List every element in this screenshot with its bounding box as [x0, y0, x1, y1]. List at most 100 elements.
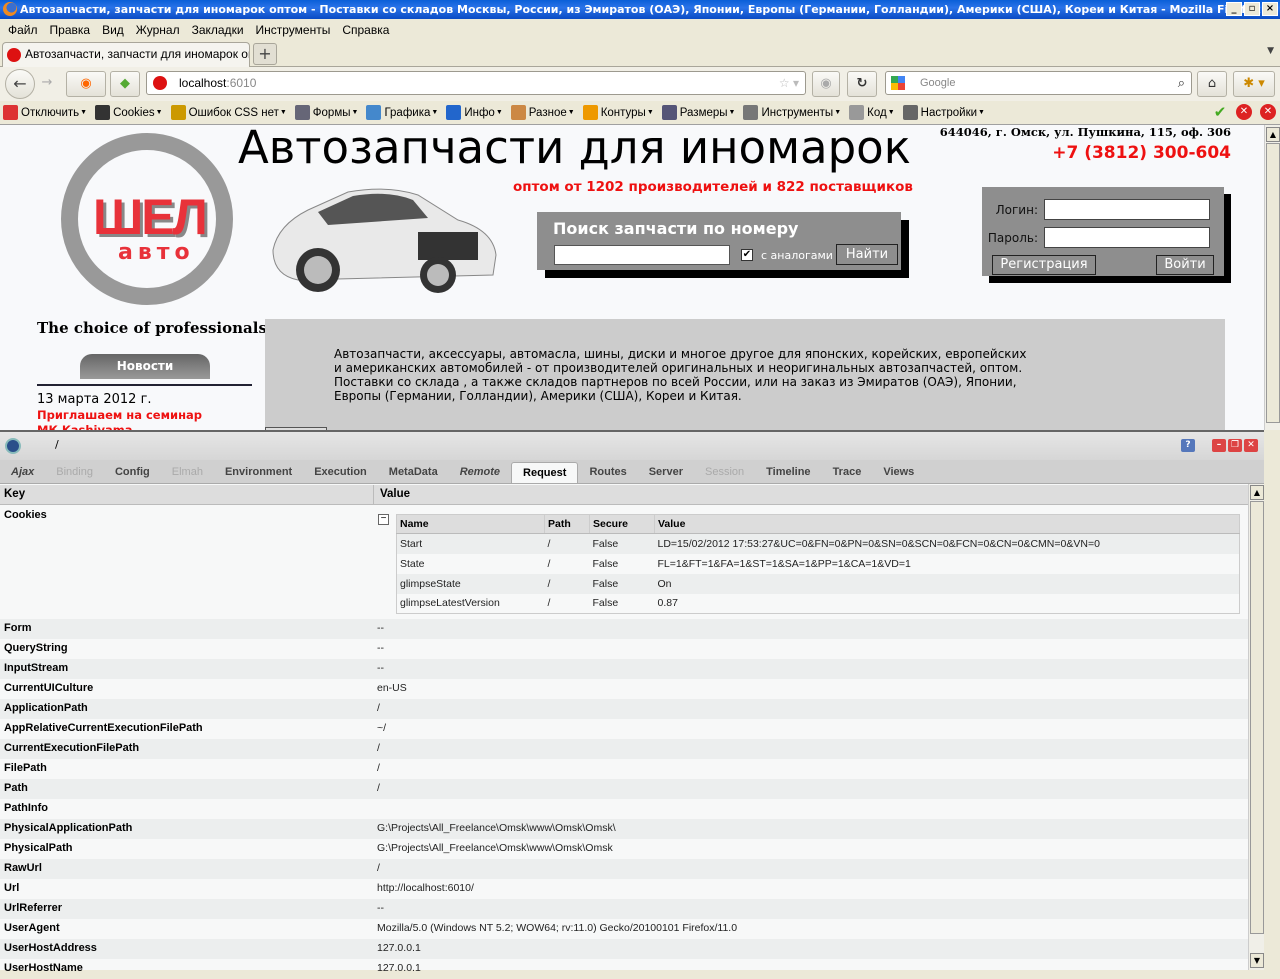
news-link[interactable]: Приглашаем на семинар МК Kashiyama [37, 408, 217, 430]
devtool-forms[interactable]: Формы ▼ [294, 105, 358, 120]
url-host: localhost [179, 76, 227, 90]
cookie-cell: / [547, 597, 551, 610]
tab-session[interactable]: Session [694, 460, 755, 483]
menu-view[interactable]: Вид [96, 23, 130, 37]
login-input[interactable] [1044, 199, 1210, 220]
url-input[interactable]: localhost:6010 ☆ ▾ [146, 71, 806, 95]
dropdown-arrow-icon: ▼ [978, 109, 985, 116]
part-number-input[interactable] [554, 245, 730, 265]
tab-routes[interactable]: Routes [578, 460, 637, 483]
row-key: AppRelativeCurrentExecutionFilePath [4, 722, 203, 734]
scroll-up-icon[interactable]: ▲ [1250, 485, 1264, 500]
register-button[interactable]: Регистрация [992, 255, 1096, 275]
cookie-cell: False [589, 533, 655, 554]
minimize-panel-icon[interactable]: – [1212, 439, 1226, 452]
glimpse-scrollbar[interactable]: ▲ ▼ [1248, 484, 1264, 970]
outline-pencil-icon [582, 105, 598, 120]
site-logo[interactable]: ШЕЛ авто [61, 133, 233, 305]
menu-file[interactable]: Файл [2, 23, 44, 37]
menu-bar: Файл Правка Вид Журнал Закладки Инструме… [0, 19, 1280, 40]
popout-panel-icon[interactable]: ❐ [1228, 439, 1242, 452]
dropdown-arrow-icon: ▼ [155, 109, 163, 116]
menu-tools[interactable]: Инструменты [250, 23, 337, 37]
devtool-misc[interactable]: Разное ▼ [510, 105, 575, 120]
misc-icon [510, 105, 526, 120]
row-value: -- [377, 622, 384, 634]
tab-server[interactable]: Server [638, 460, 694, 483]
devtool-label: Контуры [600, 106, 646, 119]
tab-remote[interactable]: Remote [449, 460, 511, 483]
cookie-cell: / [544, 533, 590, 554]
source-icon [849, 105, 865, 120]
search-input[interactable]: Google ⌕ [885, 71, 1192, 95]
collapse-icon[interactable]: − [378, 514, 389, 525]
tab-timeline[interactable]: Timeline [755, 460, 821, 483]
site-identity-icon [153, 76, 167, 90]
news-date: 13 марта 2012 г. [37, 392, 152, 407]
new-tab-button[interactable]: + [253, 43, 277, 65]
devtool-cookies[interactable]: Cookies ▼ [95, 105, 163, 120]
help-icon[interactable]: ? [1181, 439, 1195, 452]
row-value: / [377, 702, 380, 714]
menu-history[interactable]: Журнал [130, 23, 186, 37]
browser-tab[interactable]: Автозапчасти, запчасти для иномарок оп..… [2, 42, 250, 67]
devtool-disable[interactable]: Отключить ▼ [3, 105, 87, 120]
scrollbar-thumb[interactable] [1266, 143, 1280, 423]
devtool-info[interactable]: Инфо ▼ [446, 105, 503, 120]
find-button[interactable]: Найти [836, 244, 898, 265]
reload-button[interactable]: ↻ [847, 71, 877, 97]
scrollbar-thumb[interactable] [1250, 501, 1264, 934]
cookies-table: Name Path Secure Value Start / False LD=15/… [396, 514, 1240, 614]
tab-metadata[interactable]: MetaData [378, 460, 449, 483]
forward-button[interactable]: → [36, 71, 58, 97]
rss-button[interactable]: ◉ [66, 71, 106, 97]
close-toolbar-icon[interactable]: ✕ [1260, 104, 1276, 120]
analogs-checkbox[interactable]: ✔ [741, 249, 753, 261]
menu-bookmarks[interactable]: Закладки [186, 23, 250, 37]
devtool-options[interactable]: Настройки ▼ [902, 105, 985, 120]
table-row: PhysicalApplicationPath G:\Projects\All_F… [0, 819, 1248, 839]
page-scrollbar[interactable]: ▲ [1264, 125, 1280, 430]
news-tab[interactable]: Новости [80, 354, 210, 379]
close-button[interactable]: × [1262, 2, 1278, 16]
row-value: -- [377, 662, 384, 674]
tab-binding[interactable]: Binding [45, 460, 104, 483]
tab-environment[interactable]: Environment [214, 460, 303, 483]
tab-views[interactable]: Views [872, 460, 925, 483]
rss-feed-button[interactable]: ◉ [812, 71, 840, 97]
devtool-images[interactable]: Графика ▼ [366, 105, 438, 120]
google-engine-icon[interactable] [891, 76, 905, 90]
tab-elmah[interactable]: Elmah [161, 460, 214, 483]
minimize-button[interactable]: _ [1226, 2, 1242, 16]
addon-button[interactable]: ✱ ▾ [1233, 71, 1275, 97]
devtool-source[interactable]: Код ▼ [849, 105, 895, 120]
back-button[interactable]: ← [5, 69, 35, 99]
password-input[interactable] [1044, 227, 1210, 248]
close-panel-icon[interactable]: ✕ [1244, 439, 1258, 452]
images-icon [366, 105, 382, 120]
menu-edit[interactable]: Правка [44, 23, 97, 37]
tab-list-icon[interactable]: ▼ [1267, 46, 1274, 56]
tab-ajax[interactable]: Ajax [0, 460, 45, 483]
key-value-header: Key Value [0, 485, 1248, 505]
row-value: / [377, 782, 380, 794]
home-button[interactable]: ⌂ [1197, 71, 1227, 97]
check-icon[interactable]: ✔ [1212, 104, 1228, 120]
bookmark-star-icon[interactable]: ☆ ▾ [779, 72, 799, 94]
devtool-tools[interactable]: Инструменты ▼ [743, 105, 841, 120]
scroll-up-icon[interactable]: ▲ [1266, 127, 1280, 142]
tab-trace[interactable]: Trace [822, 460, 873, 483]
devtool-outline-pencil[interactable]: Контуры ▼ [582, 105, 654, 120]
devtool-css-wand[interactable]: Ошибок CSS нет ▼ [170, 105, 287, 120]
tab-request[interactable]: Request [511, 462, 579, 483]
maximize-button[interactable]: ▫ [1244, 2, 1260, 16]
feedly-button[interactable]: ◆ [110, 71, 140, 97]
error-icon[interactable]: ✕ [1236, 104, 1252, 120]
login-button[interactable]: Войти [1156, 255, 1214, 275]
scroll-down-icon[interactable]: ▼ [1250, 953, 1264, 968]
search-magnifier-icon[interactable]: ⌕ [1178, 72, 1185, 94]
tab-execution[interactable]: Execution [303, 460, 378, 483]
tab-config[interactable]: Config [104, 460, 161, 483]
menu-help[interactable]: Справка [336, 23, 395, 37]
devtool-resize[interactable]: Размеры ▼ [661, 105, 735, 120]
